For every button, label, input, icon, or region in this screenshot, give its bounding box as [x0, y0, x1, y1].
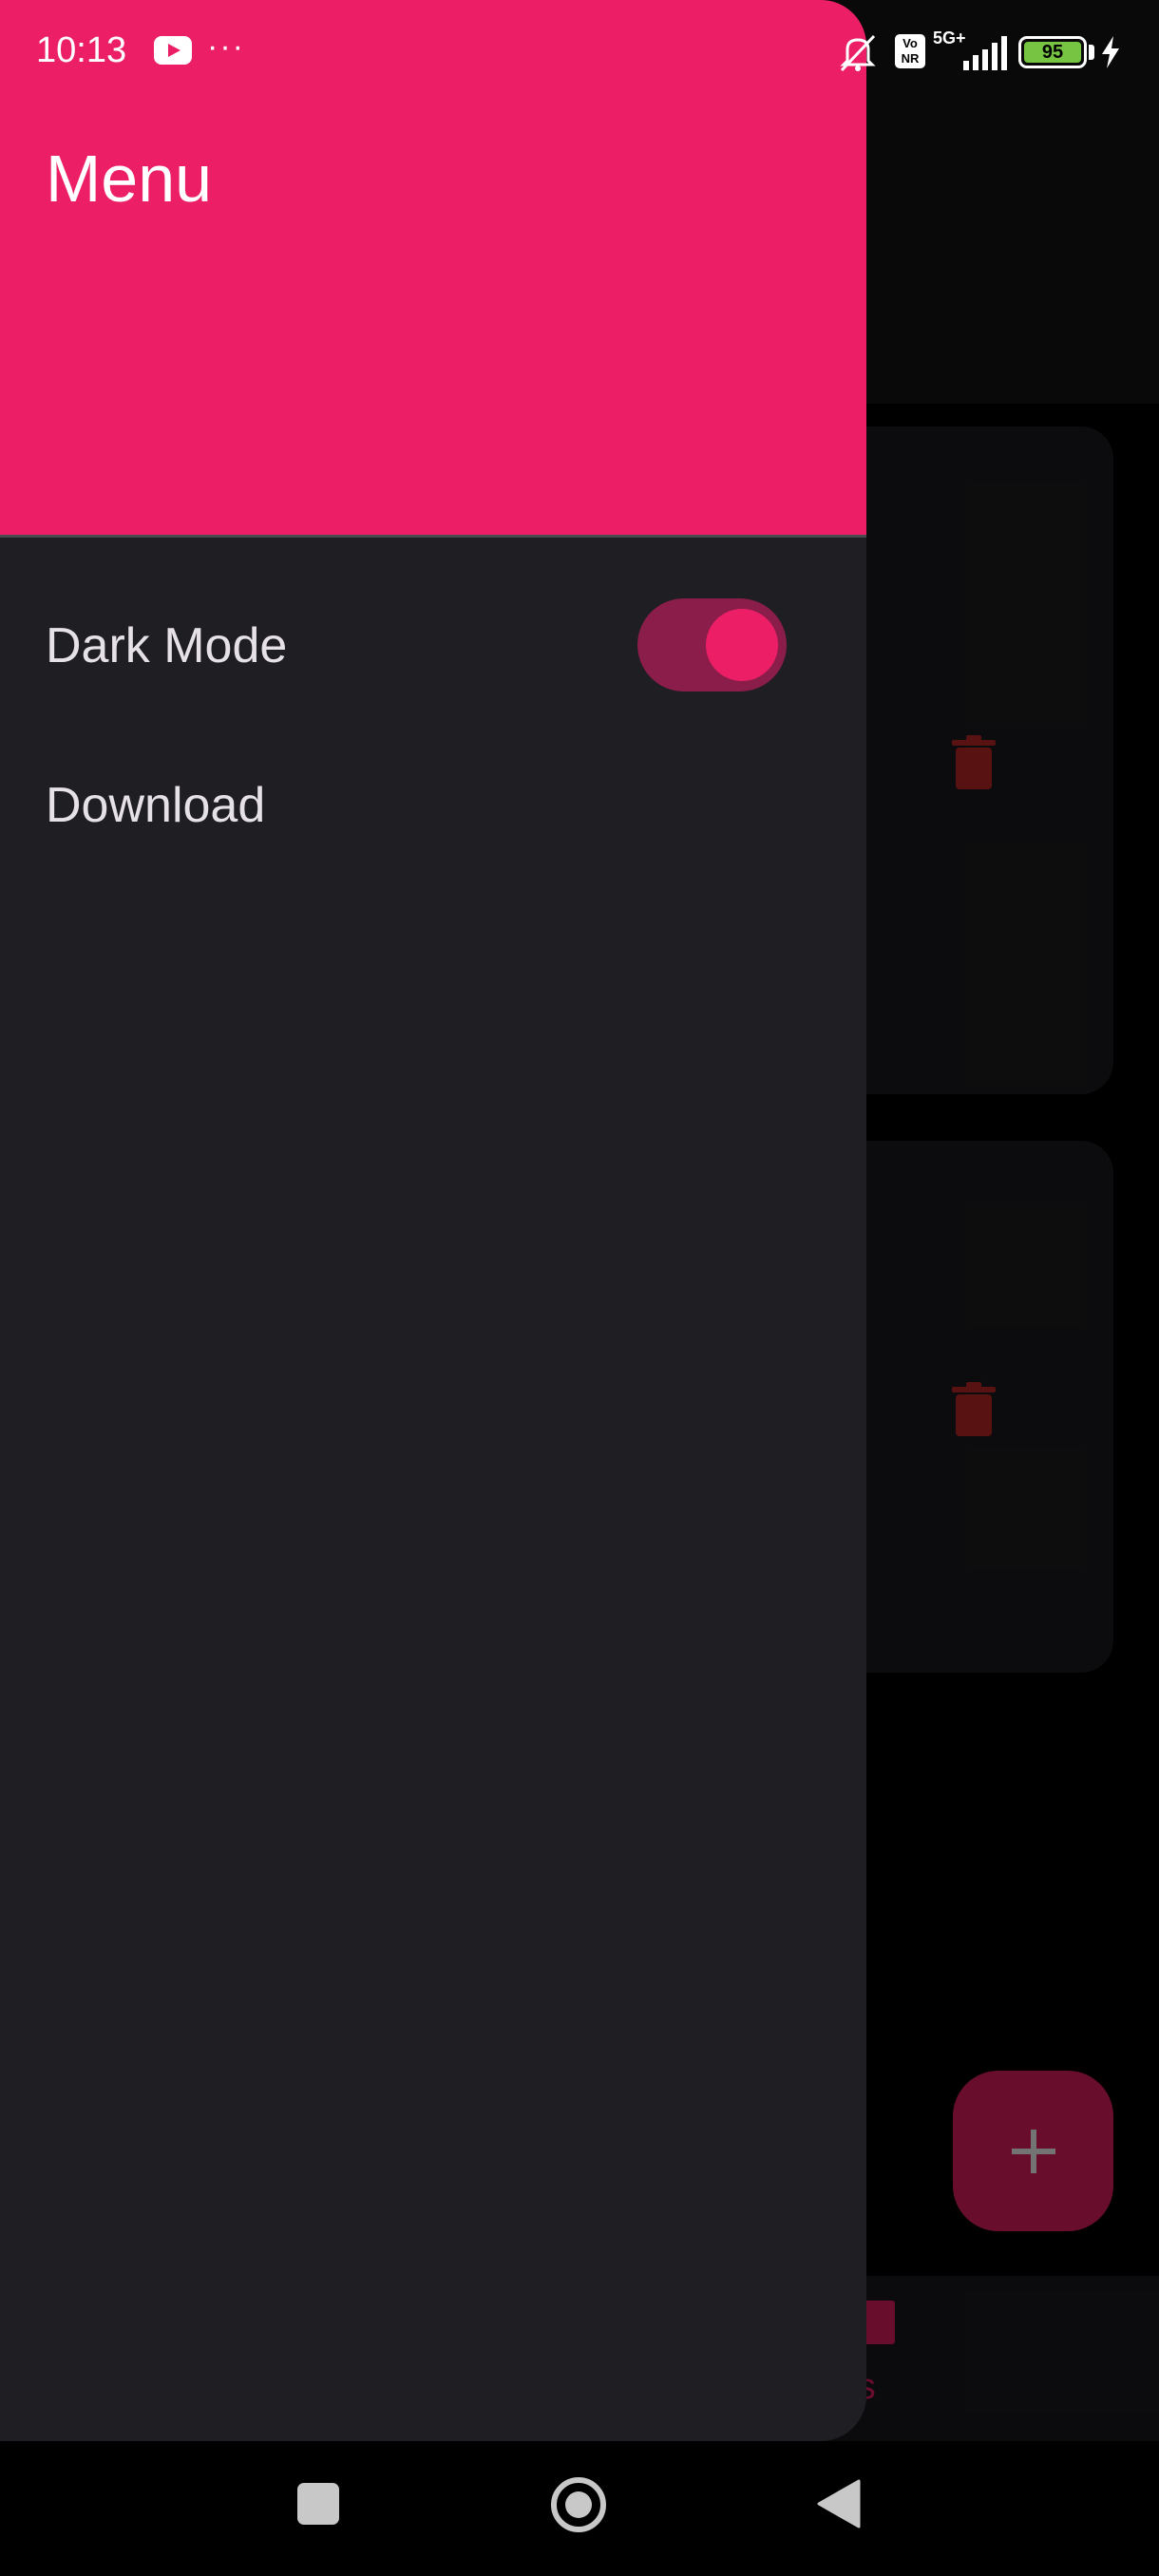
menu-item-dark-mode[interactable]: Dark Mode [0, 574, 866, 716]
mute-icon [840, 34, 876, 72]
system-navigation-bar [0, 2441, 1159, 2576]
back-button[interactable] [817, 2479, 861, 2529]
switch-thumb [706, 609, 778, 681]
dark-mode-switch[interactable] [637, 598, 787, 691]
status-time: 10:13 [36, 30, 127, 70]
signal-icon [963, 36, 1007, 70]
recent-apps-button[interactable] [297, 2483, 339, 2525]
navigation-drawer: Menu Dark Mode Download [0, 0, 866, 2441]
download-label: Download [46, 778, 266, 833]
status-bar: 10:13 ··· Vo NR 5G+ 95 [0, 0, 1159, 104]
battery-icon: 95 [1018, 36, 1087, 68]
battery-level: 95 [1024, 42, 1081, 63]
home-button[interactable] [551, 2477, 606, 2532]
dark-mode-label: Dark Mode [46, 618, 288, 673]
drawer-title: Menu [46, 142, 213, 216]
volte-icon: Vo NR [895, 34, 925, 68]
menu-item-download[interactable]: Download [0, 733, 866, 876]
charging-icon [1102, 36, 1119, 68]
youtube-icon [154, 36, 192, 65]
home-dot [565, 2491, 592, 2518]
more-notifications-indicator: ··· [207, 28, 245, 65]
battery-tip [1089, 45, 1094, 60]
